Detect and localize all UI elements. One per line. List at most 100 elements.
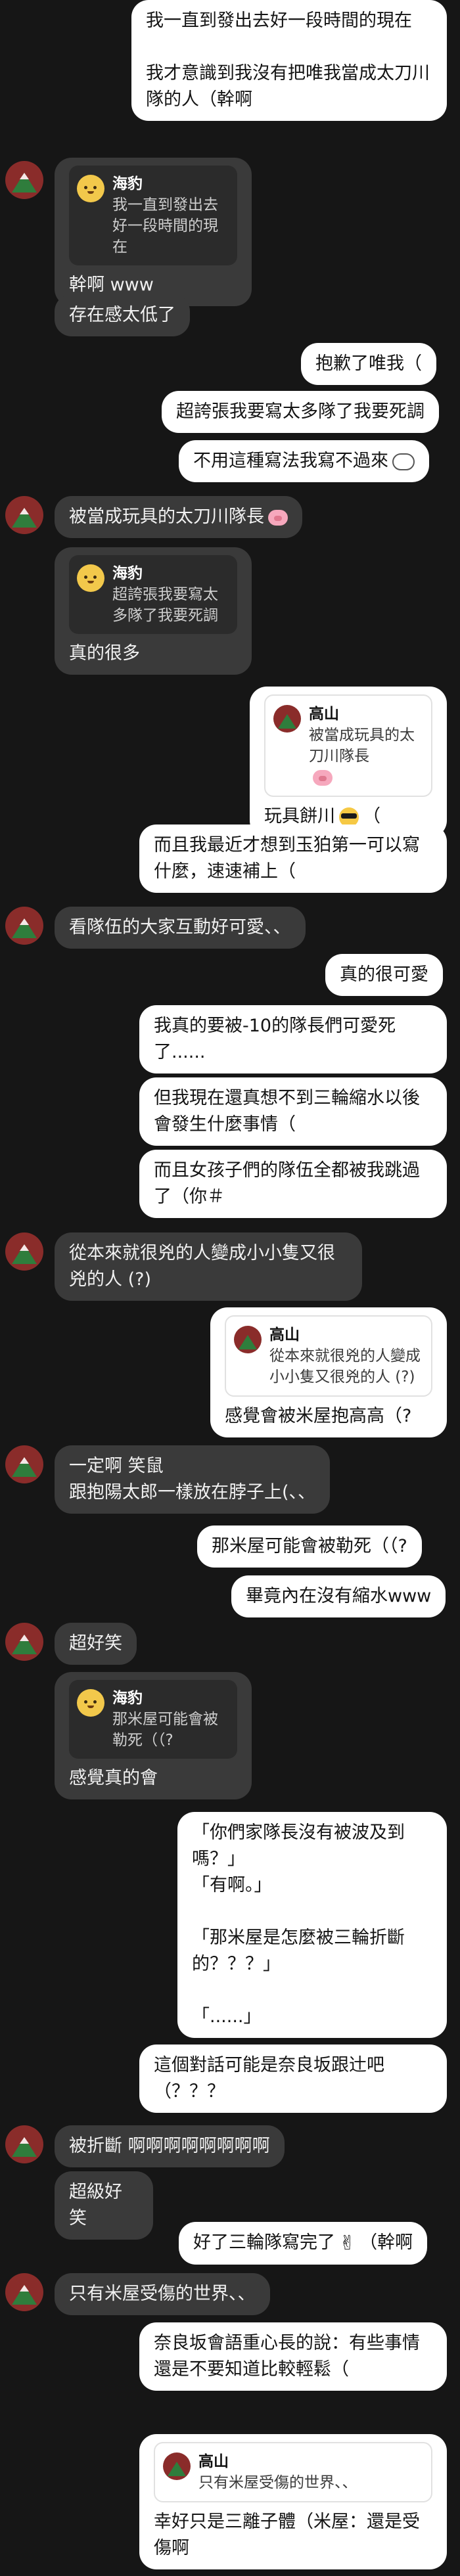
- message-text: 這個對話可能是奈良坂跟辻吧（？？？: [154, 2055, 384, 2102]
- mountain-avatar: [163, 2452, 191, 2480]
- outgoing-message-bubble[interactable]: 真的很可愛: [325, 954, 443, 996]
- message-text: 超誇張我要寫太多隊了我要死調: [176, 401, 425, 422]
- seal-avatar: [77, 175, 104, 202]
- incoming-message-bubble[interactable]: 超好笑: [55, 1623, 137, 1665]
- message-text: 但我現在還真想不到三輪縮水以後會發生什麼事情（: [154, 1088, 420, 1135]
- snow-cap: [20, 2285, 29, 2292]
- quoted-text: 我一直到發出去好一段時間的現在: [112, 196, 218, 256]
- message-text: 而且我最近才想到玉狛第一可以寫什麼，速速補上（: [154, 835, 420, 882]
- incoming-message-bubble[interactable]: 被折斷 啊啊啊啊啊啊啊啊: [55, 2125, 285, 2167]
- incoming-message-bubble[interactable]: 存在感太低了: [55, 294, 190, 336]
- snow-cap: [20, 918, 29, 925]
- outgoing-message-bubble[interactable]: 高山 被當成玩具的太刀川隊長 玩具餅川 （: [250, 687, 447, 838]
- mountain-avatar: [273, 705, 301, 733]
- message-text: 只有米屋受傷的世界、、: [69, 2284, 256, 2304]
- sender-avatar[interactable]: [5, 2125, 43, 2163]
- sender-avatar[interactable]: [5, 1232, 43, 1271]
- outgoing-message-bubble[interactable]: 「你們家隊長沒有被波及到嗎？」 「有啊。」 「那米屋是怎麼被三輪折斷的？？？」 …: [177, 1812, 447, 2038]
- message-text: 被當成玩具的太刀川隊長: [69, 507, 264, 527]
- message-text: 我一直到發出去好一段時間的現在 我才意識到我沒有把唯我當成太刀川隊的人（幹啊: [146, 11, 430, 110]
- quoted-text: 從本來就很兇的人變成小小隻又很兇的人 (?): [269, 1347, 421, 1386]
- incoming-message-bubble[interactable]: 海豹那米屋可能會被勒死（（? 感覺真的會: [55, 1672, 252, 1799]
- outgoing-message-bubble[interactable]: 不用這種寫法我寫不過來: [179, 440, 429, 482]
- message-text: 真的很多: [69, 643, 140, 664]
- cloud-face-icon: [392, 453, 415, 470]
- message-text: 好了三輪隊寫完了: [193, 2232, 335, 2253]
- outgoing-message-bubble[interactable]: 但我現在還真想不到三輪縮水以後會發生什麼事情（: [139, 1077, 447, 1146]
- quoted-reply[interactable]: 海豹我一直到發出去好一段時間的現在: [69, 166, 237, 265]
- quoted-reply[interactable]: 海豹 超誇張我要寫太多隊了我要死調: [69, 555, 237, 634]
- incoming-message-bubble[interactable]: 海豹我一直到發出去好一段時間的現在幹啊 www: [55, 158, 252, 306]
- quoted-text: 只有米屋受傷的世界、、: [198, 2474, 357, 2491]
- quoted-reply[interactable]: 高山只有米屋受傷的世界、、: [154, 2442, 432, 2502]
- pig-face-icon: [268, 509, 288, 526]
- incoming-message-bubble[interactable]: 只有米屋受傷的世界、、: [55, 2273, 270, 2315]
- message-text-suffix: （幹啊: [359, 2232, 413, 2253]
- quoted-text: 被當成玩具的太刀川隊長: [309, 727, 415, 765]
- message-text: 我真的要被-10的隊長們可愛死了......: [154, 1016, 396, 1062]
- mountain-avatar: [234, 1326, 262, 1353]
- incoming-message-bubble[interactable]: 看隊伍的大家互動好可愛、、: [55, 907, 306, 949]
- outgoing-message-bubble[interactable]: 奈良坂會語重心長的說：有些事情還是不要知道比較輕鬆（: [139, 2322, 447, 2391]
- incoming-message-bubble[interactable]: 海豹 超誇張我要寫太多隊了我要死調真的很多: [55, 547, 252, 675]
- incoming-message-bubble[interactable]: 從本來就很兇的人變成小小隻又很兇的人 (?): [55, 1232, 362, 1301]
- outgoing-message-bubble[interactable]: 高山從本來就很兇的人變成小小隻又很兇的人 (?) 感覺會被米屋抱高高（?: [210, 1307, 447, 1437]
- outgoing-message-bubble[interactable]: 超誇張我要寫太多隊了我要死調: [162, 391, 439, 433]
- message-text-suffix: （: [363, 806, 380, 826]
- victory-hand-icon: ✌: [339, 2231, 356, 2255]
- pig-face-icon: [313, 769, 333, 786]
- quoted-reply[interactable]: 高山被當成玩具的太刀川隊長: [264, 694, 432, 797]
- seal-avatar: [77, 564, 104, 592]
- snow-cap: [20, 173, 29, 179]
- message-text: 超級好笑: [69, 2182, 122, 2228]
- sender-avatar[interactable]: [5, 496, 43, 534]
- seal-avatar: [77, 1689, 104, 1717]
- sender-avatar[interactable]: [5, 1445, 43, 1483]
- message-text: 那米屋可能會被勒死（（?: [212, 1536, 407, 1556]
- quoted-sender-name: 海豹: [112, 175, 143, 192]
- outgoing-message-bubble[interactable]: 抱歉了唯我（: [301, 343, 436, 385]
- quoted-sender-name: 高山: [198, 2453, 229, 2470]
- sender-avatar[interactable]: [5, 907, 43, 945]
- message-text: 抱歉了唯我（: [315, 353, 422, 374]
- message-text: 畢竟內在沒有縮水www: [246, 1586, 432, 1606]
- message-text: 「你們家隊長沒有被波及到嗎？」 「有啊。」 「那米屋是怎麼被三輪折斷的？？？」 …: [192, 1822, 405, 2027]
- snow-cap: [20, 508, 29, 514]
- quoted-reply[interactable]: 高山從本來就很兇的人變成小小隻又很兇的人 (?): [225, 1315, 432, 1397]
- quoted-sender-name: 高山: [269, 1326, 300, 1344]
- outgoing-message-bubble[interactable]: 那米屋可能會被勒死（（?: [197, 1525, 422, 1568]
- outgoing-message-bubble[interactable]: 高山只有米屋受傷的世界、、幸好只是三離子體（米屋：還是受傷啊: [139, 2434, 447, 2569]
- message-text: 幹啊 www: [69, 275, 154, 295]
- incoming-message-bubble[interactable]: 被當成玩具的太刀川隊長: [55, 496, 302, 538]
- quoted-reply[interactable]: 海豹那米屋可能會被勒死（（?: [69, 1680, 237, 1759]
- snow-cap: [20, 1244, 29, 1251]
- quoted-sender-name: 海豹: [112, 1690, 143, 1707]
- quoted-sender-name: 海豹: [112, 565, 143, 582]
- quoted-sender-name: 高山: [309, 706, 339, 723]
- outgoing-message-bubble[interactable]: 我一直到發出去好一段時間的現在 我才意識到我沒有把唯我當成太刀川隊的人（幹啊: [131, 0, 447, 121]
- outgoing-message-bubble[interactable]: 畢竟內在沒有縮水www: [231, 1575, 446, 1617]
- outgoing-message-bubble[interactable]: 好了三輪隊寫完了 ✌ （幹啊: [179, 2222, 428, 2265]
- sunglasses-face-icon: [339, 807, 359, 827]
- quoted-text: 那米屋可能會被勒死（（?: [112, 1711, 218, 1749]
- message-text: 感覺會被米屋抱高高（?: [225, 1406, 412, 1426]
- snow-cap: [20, 1635, 29, 1641]
- outgoing-message-bubble[interactable]: 這個對話可能是奈良坂跟辻吧（？？？: [139, 2045, 447, 2113]
- message-text: 看隊伍的大家互動好可愛、、: [69, 917, 291, 938]
- snow-cap: [20, 2137, 29, 2144]
- outgoing-message-bubble[interactable]: 而且我最近才想到玉狛第一可以寫什麼，速速補上（: [139, 825, 447, 893]
- message-text: 從本來就很兇的人變成小小隻又很兇的人 (?): [69, 1243, 335, 1290]
- message-text: 一定啊 笑鼠 跟抱陽太郎一樣放在脖子上(、、: [69, 1456, 316, 1503]
- sender-avatar[interactable]: [5, 2273, 43, 2311]
- outgoing-message-bubble[interactable]: 而且女孩子們的隊伍全都被我跳過了（你＃: [139, 1150, 447, 1218]
- outgoing-message-bubble[interactable]: 我真的要被-10的隊長們可愛死了......: [139, 1005, 447, 1073]
- incoming-message-bubble[interactable]: 一定啊 笑鼠 跟抱陽太郎一樣放在脖子上(、、: [55, 1445, 331, 1514]
- message-text: 被折斷 啊啊啊啊啊啊啊啊: [69, 2136, 270, 2156]
- sender-avatar[interactable]: [5, 161, 43, 199]
- sender-avatar[interactable]: [5, 1623, 43, 1661]
- message-text: 而且女孩子們的隊伍全都被我跳過了（你＃: [154, 1160, 420, 1207]
- message-text: 奈良坂會語重心長的說：有些事情還是不要知道比較輕鬆（: [154, 2333, 420, 2380]
- incoming-message-bubble[interactable]: 超級好笑: [55, 2171, 153, 2240]
- message-text: 幸好只是三離子體（米屋：還是受傷啊: [154, 2512, 420, 2558]
- message-text: 感覺真的會: [69, 1768, 158, 1788]
